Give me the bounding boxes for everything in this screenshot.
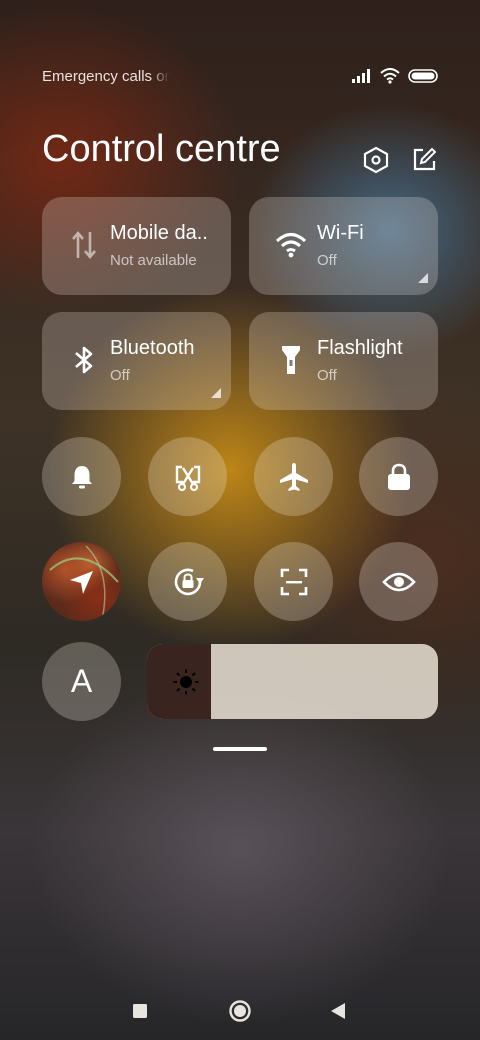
signal-bars-icon: [352, 69, 370, 83]
tile-bluetooth[interactable]: Bluetooth Off: [42, 312, 231, 410]
screenshot-icon: [175, 465, 200, 491]
auto-rotate-icon: [174, 568, 204, 595]
tile-mobile-data[interactable]: Mobile da.. Not available: [42, 197, 231, 295]
drag-handle[interactable]: [213, 747, 267, 751]
toggle-screenshot[interactable]: [148, 437, 227, 516]
toggle-airplane[interactable]: [254, 437, 333, 516]
location-icon: [69, 570, 93, 594]
edit-icon[interactable]: [410, 144, 438, 176]
brightness-sun-icon: [173, 669, 199, 695]
tile-label: Wi-Fi: [317, 222, 364, 244]
tile-label: Bluetooth: [110, 337, 195, 359]
toggle-auto-rotate[interactable]: [148, 542, 227, 621]
toggle-scanner[interactable]: [254, 542, 333, 621]
airplane-icon: [279, 462, 308, 491]
bluetooth-icon: [68, 344, 100, 376]
home-button[interactable]: [227, 998, 253, 1024]
tile-status: Off: [110, 367, 130, 384]
eye-icon: [381, 572, 416, 591]
tile-flashlight[interactable]: Flashlight Off: [249, 312, 438, 410]
toggle-sound[interactable]: [42, 437, 121, 516]
carrier-text: Emergency calls only: [42, 67, 170, 85]
flashlight-icon: [275, 344, 307, 376]
status-icons: [352, 68, 438, 84]
expand-corner-icon[interactable]: [211, 388, 221, 398]
recents-square-icon: [133, 1004, 147, 1018]
toggle-reading-mode[interactable]: [359, 542, 438, 621]
back-button[interactable]: [325, 998, 351, 1024]
tile-label: Flashlight: [317, 337, 403, 359]
wifi-icon: [380, 68, 400, 84]
scan-icon: [280, 568, 307, 595]
tile-status: Not available: [110, 252, 197, 269]
recents-button[interactable]: [127, 998, 153, 1024]
mobile-data-icon: [68, 229, 100, 261]
toggle-font-size[interactable]: A: [42, 642, 121, 721]
brightness-slider[interactable]: [147, 644, 438, 719]
tile-status: Off: [317, 367, 337, 384]
settings-hexagon-icon[interactable]: [362, 144, 390, 176]
toggle-location[interactable]: [42, 542, 121, 621]
tile-status: Off: [317, 252, 337, 269]
lock-icon: [387, 463, 410, 490]
wifi-icon: [275, 229, 307, 261]
font-size-icon: A: [70, 663, 93, 699]
tile-wifi[interactable]: Wi-Fi Off: [249, 197, 438, 295]
status-bar: Emergency calls only: [42, 64, 438, 88]
tile-label: Mobile da..: [110, 222, 208, 244]
expand-corner-icon[interactable]: [418, 273, 428, 283]
home-circle-icon: [229, 1000, 251, 1022]
toggle-lock-screen[interactable]: [359, 437, 438, 516]
page-title: Control centre: [42, 128, 281, 170]
battery-icon: [408, 69, 438, 83]
back-triangle-icon: [331, 1003, 345, 1019]
bell-icon: [71, 465, 92, 488]
